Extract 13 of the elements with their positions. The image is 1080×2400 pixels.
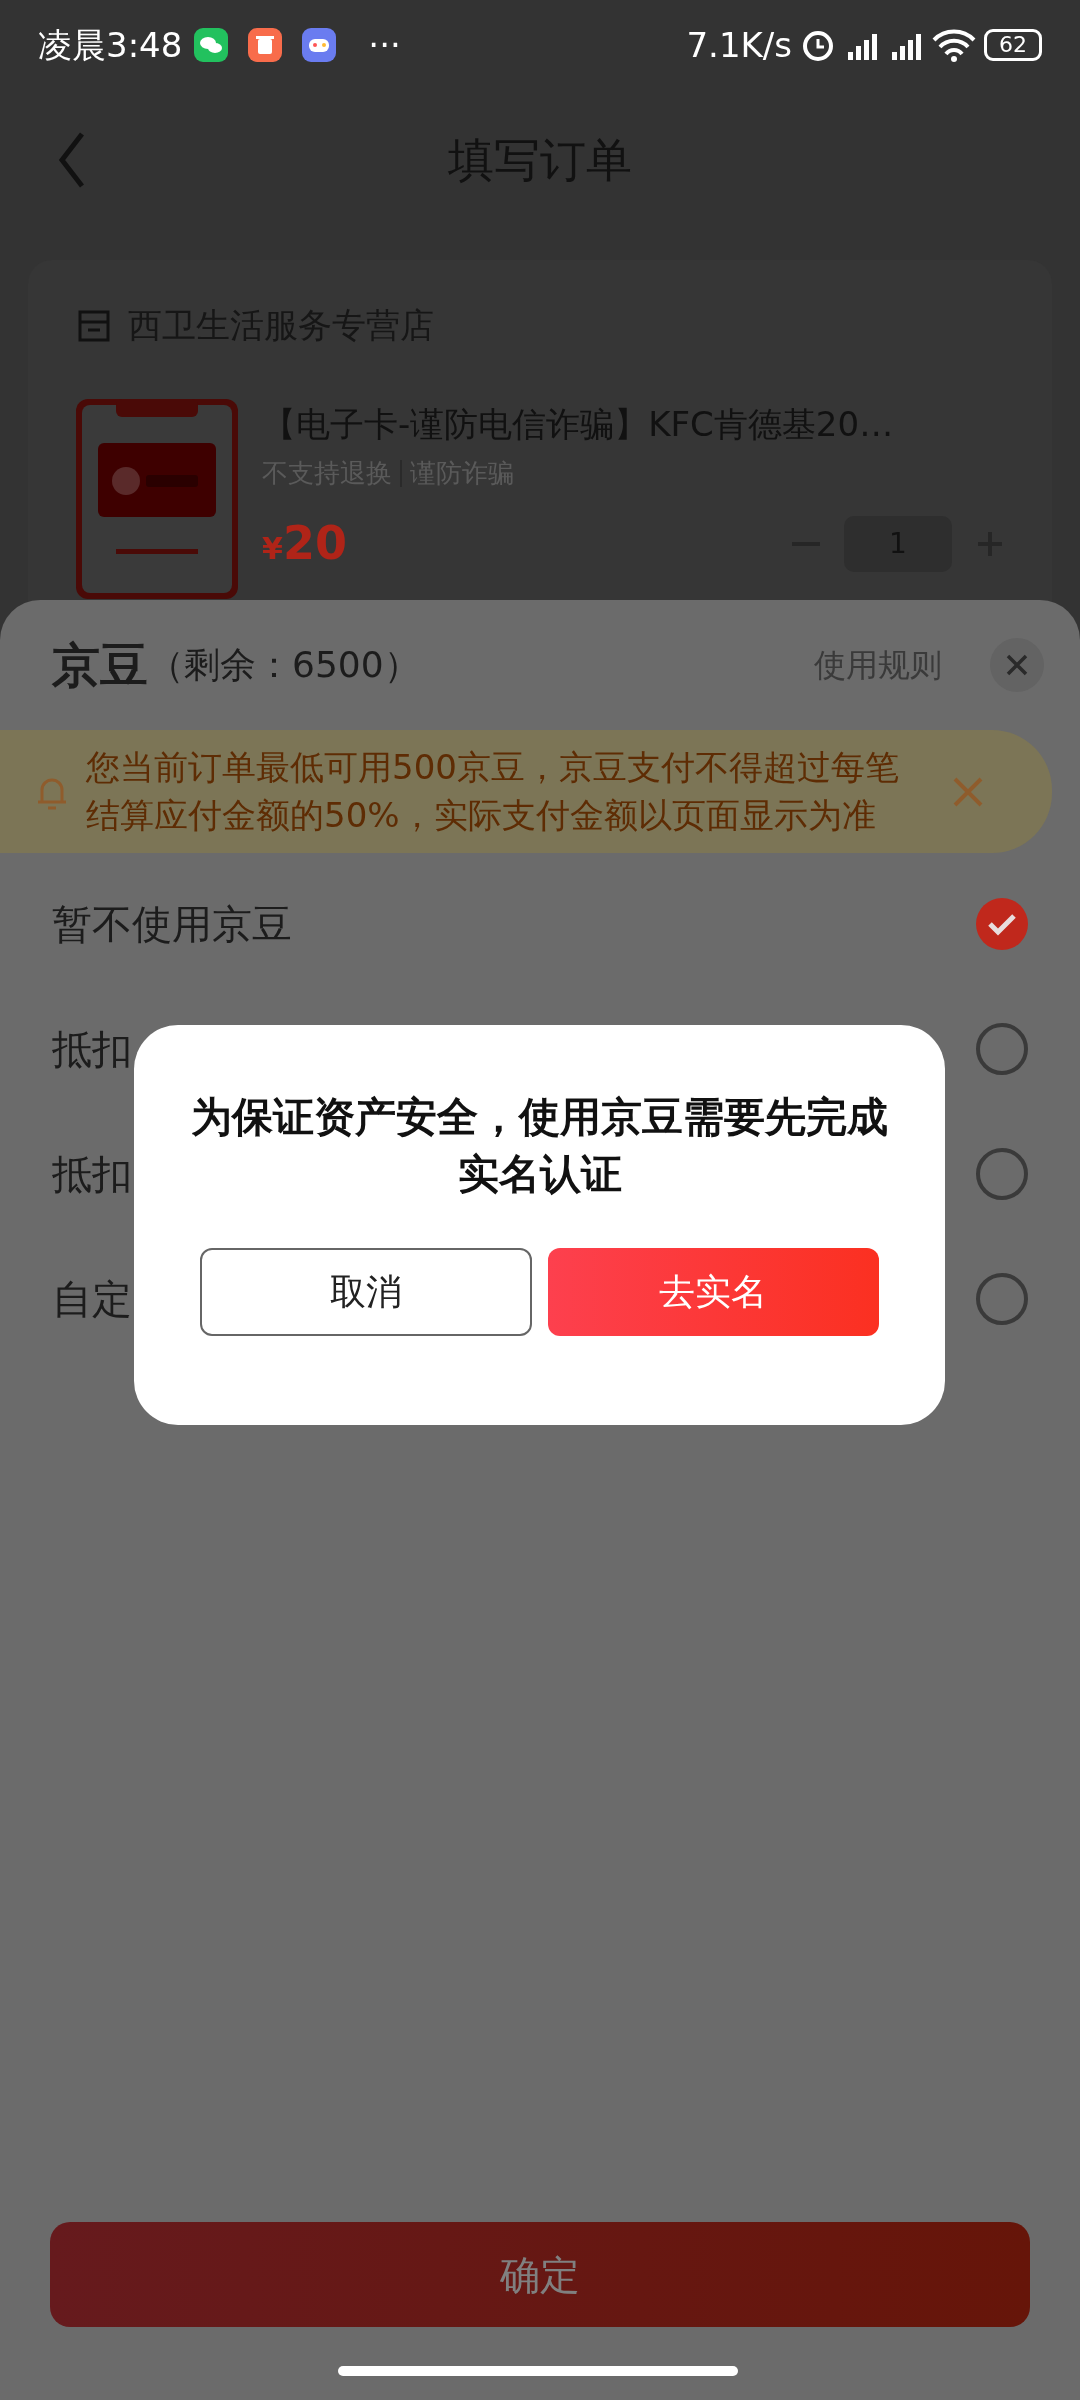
option-label: 暂不使用京豆 [52,899,292,949]
product-price: ¥20 [262,515,347,572]
sheet-title: 京豆 [52,636,148,695]
option-label: 抵扣 [52,1149,132,1199]
notice-text: 您当前订单最低可用500京豆，京豆支付不得超过每笔结算应付金额的50%，实际支付金额以页面显示为准 [86,746,900,837]
option-label: 抵扣 [52,1024,132,1074]
dialog-message: 为保证资产安全，使用京豆需要先完成实名认证 [190,1092,889,1201]
remaining-count: （剩余：6500） [148,643,420,687]
network-speed: 7.1K/s [686,23,792,67]
status-time: 凌晨3:48 [38,23,183,67]
battery-level: 62 [984,29,1042,61]
option-label: 自定 [52,1274,132,1324]
more-notifications: ··· [368,23,401,67]
